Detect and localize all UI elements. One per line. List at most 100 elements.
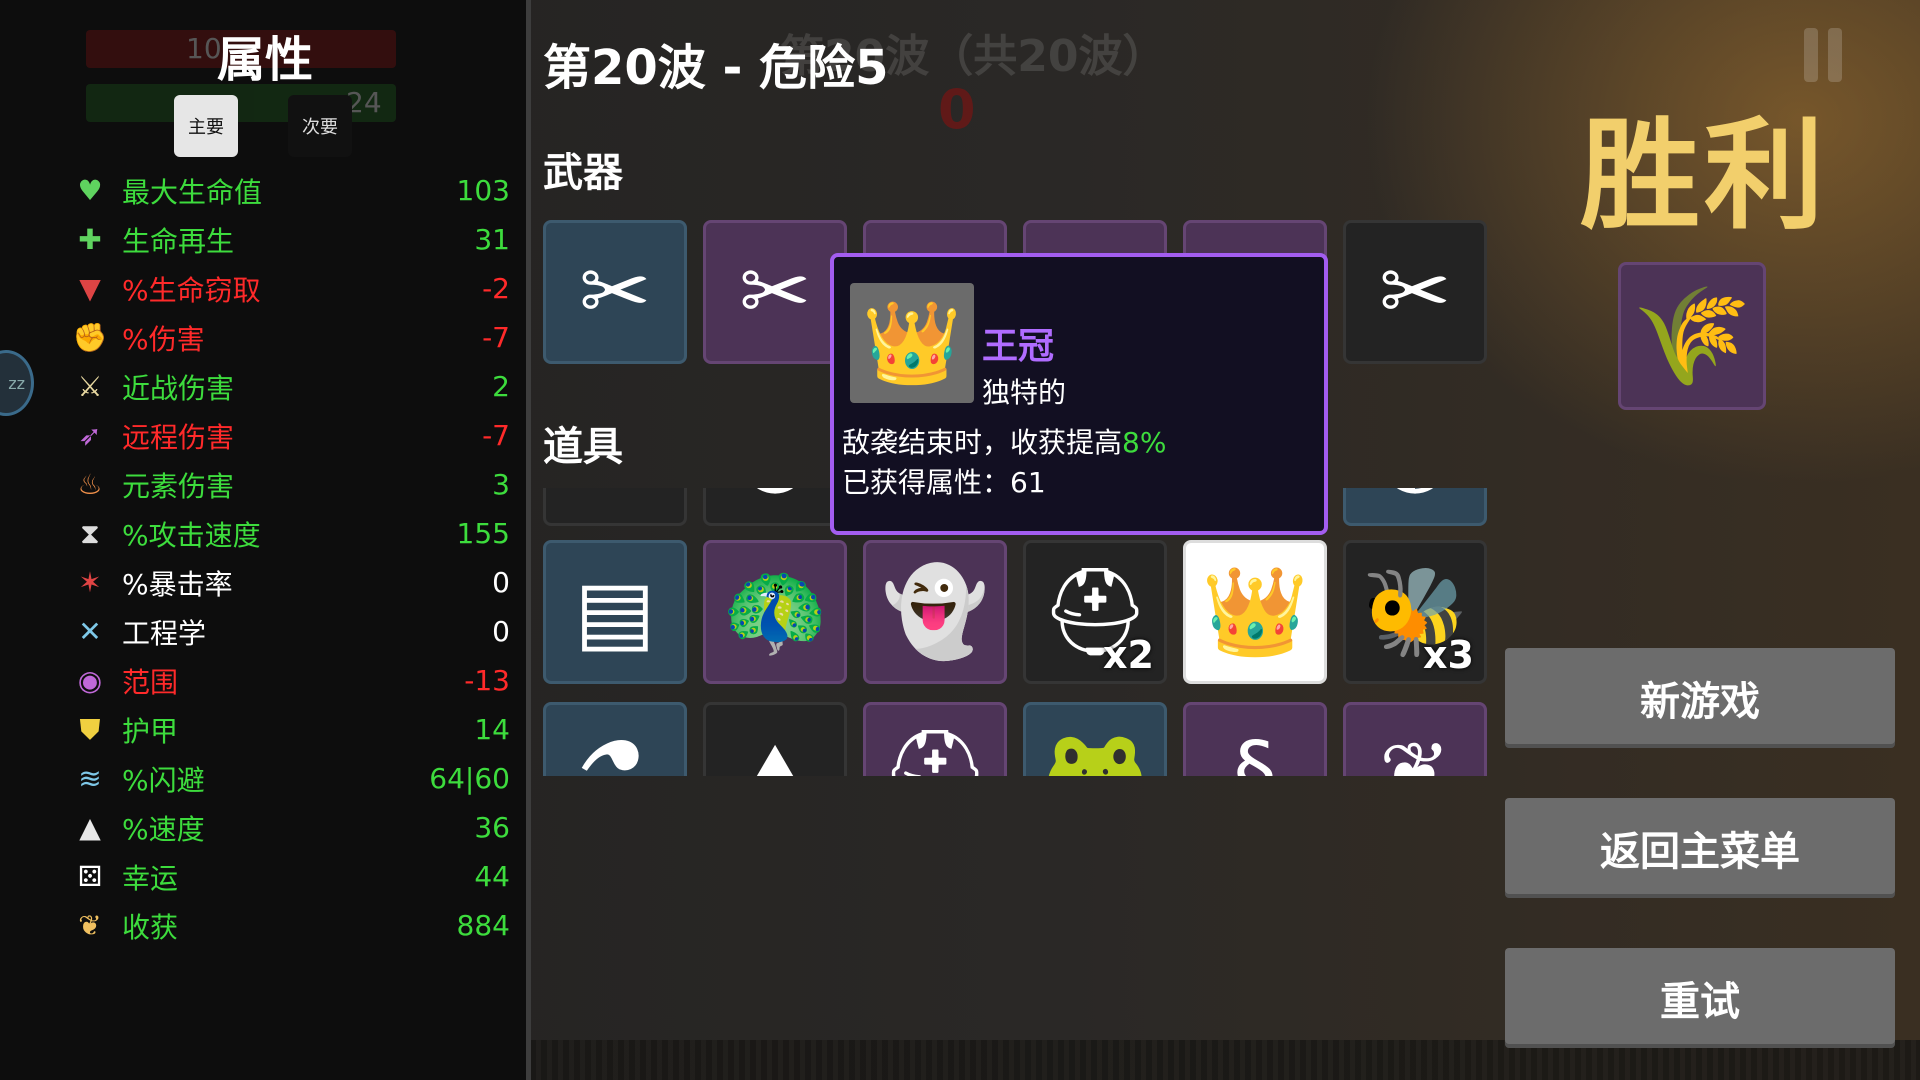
bee-icon[interactable]: 🐝 x3 — [1343, 540, 1487, 684]
item-tooltip: 👑 王冠 独特的 敌袭结束时，收获提高8% 已获得属性：61 — [830, 253, 1328, 535]
item-quantity: x3 — [1423, 633, 1474, 677]
stat-value: 0 — [492, 566, 510, 599]
slot-glyph: ⛑ — [880, 724, 990, 776]
worms-icon[interactable]: § — [1183, 702, 1327, 776]
stat-value: 2 — [492, 370, 510, 403]
stat-row[interactable]: ◉ 范围 -13 — [70, 656, 510, 705]
stat-row[interactable]: ✶ %暴击率 0 — [70, 558, 510, 607]
new-game-button[interactable]: 新游戏 — [1505, 648, 1895, 748]
crown-icon[interactable]: 👑 — [1183, 540, 1327, 684]
tab-primary[interactable]: 主要 — [174, 95, 238, 157]
flame-icon: ♨ — [77, 468, 103, 501]
pause-button[interactable] — [1800, 28, 1846, 82]
dice-icon: ⚄ — [77, 860, 103, 893]
stat-row[interactable]: ⛊ 护甲 14 — [70, 705, 510, 754]
stat-row[interactable]: ♥ 最大生命值 103 — [70, 166, 510, 215]
stat-label: 范围 — [122, 665, 179, 699]
stat-row[interactable]: ❦ 收获 884 — [70, 901, 510, 950]
heal-plus-icon: ✚ — [78, 223, 102, 256]
hidden-item-icon[interactable]: ✦ — [543, 488, 687, 526]
knight-helmet-icon[interactable]: ⛑ — [863, 702, 1007, 776]
range-icon: ◉ — [77, 664, 103, 697]
hidden-item-icon[interactable]: ◐ — [1343, 488, 1487, 526]
slot-glyph: § — [1233, 724, 1277, 776]
stat-value: 44 — [474, 860, 510, 893]
helmet-icon[interactable]: ⛑ x2 — [1023, 540, 1167, 684]
stats-title: 属性 — [216, 32, 313, 88]
stat-label: 近战伤害 — [122, 371, 235, 405]
stat-value: 14 — [474, 713, 510, 746]
bow-icon: ➶ — [78, 419, 102, 452]
peacock-icon[interactable]: 🦚 — [703, 540, 847, 684]
slot-glyph: 👻 — [881, 562, 989, 662]
stat-row[interactable]: ✚ 生命再生 31 — [70, 215, 510, 264]
items-heading: 道具 — [543, 424, 623, 470]
pruner-icon[interactable]: ✂ — [1343, 220, 1487, 364]
harvest-icon: ❦ — [78, 909, 102, 942]
tooltip-item-name: 王冠 — [982, 326, 1055, 367]
slot-glyph: ✂ — [738, 242, 812, 342]
slot-glyph: ⚗ — [576, 724, 654, 776]
wave-title: 第20波 - 危险5 — [543, 40, 889, 96]
stat-value: -7 — [482, 419, 510, 452]
ghost-icon[interactable]: 👻 — [863, 540, 1007, 684]
hidden-item-icon[interactable]: ● — [703, 488, 847, 526]
slot-glyph: 🐸 — [1041, 724, 1149, 776]
tooltip-description: 敌袭结束时，收获提高8% — [842, 421, 1166, 461]
box-icon[interactable]: ▤ — [543, 540, 687, 684]
stats-list: ♥ 最大生命值 103 ✚ 生命再生 31 ▼ %生命窃取 -2 ✊ %伤害 -7 ⚔ 近战伤害 2 ➶ 远程伤… — [70, 166, 510, 950]
main-menu-button[interactable]: 返回主菜单 — [1505, 798, 1895, 898]
stats-panel: 10 24 属性 主要 次要 ♥ 最大生命值 103 ✚ 生命再生 31 ▼ %生命窃取 -2 ✊… — [0, 0, 526, 1080]
stat-value: 884 — [456, 909, 510, 942]
potion-icon[interactable]: ⚗ — [543, 702, 687, 776]
weapons-heading: 武器 — [543, 150, 623, 196]
pause-bar-icon — [1828, 28, 1842, 82]
stat-value: -13 — [464, 664, 510, 697]
stat-row[interactable]: ⚄ 幸运 44 — [70, 852, 510, 901]
frog-icon[interactable]: 🐸 — [1023, 702, 1167, 776]
slot-glyph: ▤ — [574, 562, 656, 662]
heart-icon: ♥ — [77, 174, 103, 207]
slot-glyph: 🦚 — [721, 562, 829, 662]
stat-row[interactable]: ⧗ %攻击速度 155 — [70, 509, 510, 558]
shield-icon: ⛊ — [79, 712, 101, 746]
background-counter: 0 — [938, 78, 976, 141]
wings-icon[interactable]: ❦ — [1343, 702, 1487, 776]
dodge-icon: ≋ — [78, 762, 102, 795]
stat-label: %攻击速度 — [122, 518, 261, 552]
tooltip-desc-text: 敌袭结束时，收获提高 — [842, 426, 1123, 459]
slot-glyph: ❦ — [1378, 724, 1452, 776]
stat-row[interactable]: ≋ %闪避 64|60 — [70, 754, 510, 803]
wizard-hat-icon[interactable]: ⛰ — [703, 702, 847, 776]
stat-label: 幸运 — [122, 861, 179, 895]
stat-row[interactable]: ✕ 工程学 0 — [70, 607, 510, 656]
crown-icon: 👑 — [850, 283, 974, 403]
stat-label: 远程伤害 — [122, 420, 235, 454]
stat-label: 生命再生 — [122, 224, 235, 258]
stat-row[interactable]: ➶ 远程伤害 -7 — [70, 411, 510, 460]
stat-row[interactable]: ▲ %速度 36 — [70, 803, 510, 852]
stat-row[interactable]: ♨ 元素伤害 3 — [70, 460, 510, 509]
stat-row[interactable]: ✊ %伤害 -7 — [70, 313, 510, 362]
stat-value: -2 — [482, 272, 510, 305]
stat-label: %暴击率 — [122, 567, 233, 601]
stat-value: 103 — [456, 174, 510, 207]
stat-value: 0 — [492, 615, 510, 648]
slot-glyph: ● — [737, 488, 812, 497]
stat-value: 64|60 — [429, 762, 510, 795]
tab-secondary[interactable]: 次要 — [288, 95, 352, 157]
fist-icon: ✊ — [72, 321, 108, 354]
stat-label: 收获 — [122, 910, 179, 944]
retry-button[interactable]: 重试 — [1505, 948, 1895, 1048]
stat-label: %伤害 — [122, 322, 205, 356]
tooltip-obtained: 已获得属性：61 — [842, 466, 1046, 499]
pruner-icon[interactable]: ✂ — [543, 220, 687, 364]
slot-glyph: 👑 — [1201, 562, 1309, 662]
stat-value: 3 — [492, 468, 510, 501]
stat-row[interactable]: ⚔ 近战伤害 2 — [70, 362, 510, 411]
wheat-icon[interactable]: 🌾 — [1618, 262, 1766, 410]
stat-row[interactable]: ▼ %生命窃取 -2 — [70, 264, 510, 313]
stat-label: 工程学 — [122, 616, 207, 650]
pruner-icon[interactable]: ✂ — [703, 220, 847, 364]
boot-icon: ▲ — [79, 811, 101, 844]
